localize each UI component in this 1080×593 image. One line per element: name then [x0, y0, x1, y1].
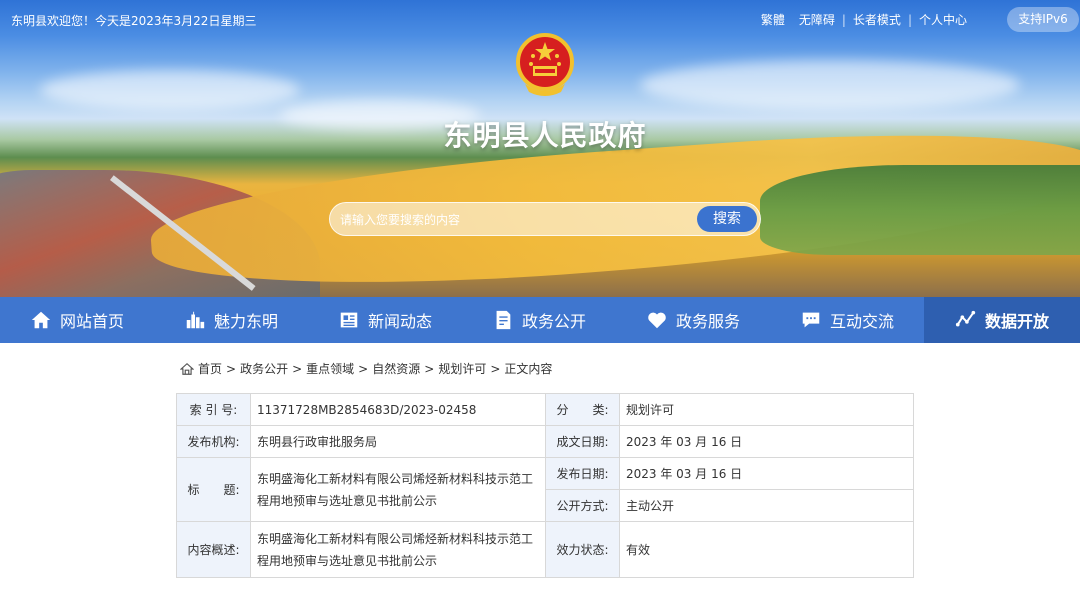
nav-item-gov-service[interactable]: 政务服务 — [616, 297, 770, 343]
category-value: 规划许可 — [619, 393, 914, 426]
nav-item-interaction[interactable]: 互动交流 — [770, 297, 924, 343]
index-label: 索 引 号: — [176, 393, 251, 426]
open-mode-label: 公开方式: — [545, 489, 620, 522]
breadcrumb-separator: > — [292, 361, 303, 376]
index-value: 11371728MB2854683D/2023-02458 — [250, 393, 546, 426]
document-icon — [496, 310, 511, 330]
nav-item-label: 新闻动态 — [367, 312, 432, 331]
header-banner: 东明县欢迎您！今天是2023年3月22日星期三 繁體 无障碍 | 长者模式 | … — [0, 0, 1080, 297]
nav-item-news[interactable]: 新闻动态 — [308, 297, 462, 343]
nav-item-open-data[interactable]: 数据开放 — [924, 297, 1080, 343]
table-row: 内容概述: 东明盛海化工新材料有限公司烯烃新材料科技示范工程用地预审与选址意见书… — [176, 521, 914, 578]
welcome-text: 东明县欢迎您！今天是2023年3月22日星期三 — [11, 14, 257, 28]
national-emblem-icon — [516, 33, 574, 96]
table-row: 标 题: 东明盛海化工新材料有限公司烯烃新材料科技示范工程用地预审与选址意见书批… — [176, 457, 914, 522]
publisher-label: 发布机构: — [176, 425, 251, 458]
city-icon — [186, 311, 205, 329]
breadcrumb-current: 正文内容 — [504, 362, 553, 376]
banner-cloud — [640, 60, 1020, 110]
nav-item-label: 魅力东明 — [213, 312, 278, 331]
search-input[interactable] — [340, 209, 690, 231]
title-label: 标 题: — [176, 457, 251, 522]
traditional-chinese-link[interactable]: 繁體 — [754, 11, 792, 28]
nav-item-label: 互动交流 — [829, 312, 894, 331]
site-title: 东明县人民政府 — [443, 119, 647, 152]
main-nav: 网站首页 魅力东明 新闻动态 政务公开 政务服务 互动交流 数据开放 — [0, 297, 1080, 343]
breadcrumb-separator: > — [358, 361, 369, 376]
breadcrumb-separator: > — [226, 361, 237, 376]
created-date-label: 成文日期: — [545, 425, 620, 458]
published-date-value: 2023 年 03 月 16 日 — [619, 457, 914, 490]
personal-center-link[interactable]: 个人中心 — [912, 11, 974, 28]
top-links: 繁體 无障碍 | 长者模式 | 个人中心 — [754, 11, 974, 28]
breadcrumb-separator: > — [424, 361, 435, 376]
nav-item-charm[interactable]: 魅力东明 — [154, 297, 308, 343]
breadcrumb: 首页 > 政务公开 > 重点领域 > 自然资源 > 规划许可 > 正文内容 — [180, 360, 552, 377]
heart-icon — [648, 312, 666, 329]
ipv6-badge: 支持IPv6 — [1007, 7, 1079, 32]
summary-label: 内容概述: — [176, 521, 251, 578]
search-button[interactable]: 搜索 — [697, 206, 757, 232]
chat-icon — [802, 312, 820, 328]
table-row: 索 引 号: 11371728MB2854683D/2023-02458 分 类… — [176, 393, 914, 426]
open-mode-value: 主动公开 — [619, 489, 914, 522]
status-label: 效力状态: — [545, 521, 620, 578]
breadcrumb-home[interactable]: 首页 — [198, 360, 222, 377]
nav-item-label: 数据开放 — [984, 312, 1049, 331]
banner-fields — [760, 165, 1080, 255]
breadcrumb-key-areas[interactable]: 重点领域 — [306, 360, 354, 377]
breadcrumb-separator: > — [490, 361, 501, 376]
summary-value: 东明盛海化工新材料有限公司烯烃新材料科技示范工程用地预审与选址意见书批前公示 — [250, 521, 546, 578]
breadcrumb-natural-resources[interactable]: 自然资源 — [372, 360, 420, 377]
published-date-label: 发布日期: — [545, 457, 620, 490]
nav-item-label: 政务公开 — [521, 312, 586, 331]
title-value: 东明盛海化工新材料有限公司烯烃新材料科技示范工程用地预审与选址意见书批前公示 — [250, 457, 546, 522]
home-icon — [31, 311, 51, 329]
breadcrumb-planning-permit[interactable]: 规划许可 — [438, 360, 486, 377]
table-row: 发布机构: 东明县行政审批服务局 成文日期: 2023 年 03 月 16 日 — [176, 425, 914, 458]
breadcrumb-gov-open[interactable]: 政务公开 — [240, 360, 288, 377]
publisher-value: 东明县行政审批服务局 — [250, 425, 546, 458]
accessibility-link[interactable]: 无障碍 — [792, 11, 842, 28]
created-date-value: 2023 年 03 月 16 日 — [619, 425, 914, 458]
nav-item-gov-open[interactable]: 政务公开 — [462, 297, 616, 343]
nav-item-home[interactable]: 网站首页 — [0, 297, 154, 343]
category-label: 分 类: — [545, 393, 620, 426]
document-info-table: 索 引 号: 11371728MB2854683D/2023-02458 分 类… — [176, 393, 914, 578]
banner-cloud — [40, 70, 300, 110]
home-icon — [180, 362, 194, 375]
news-icon — [340, 312, 358, 328]
status-value: 有效 — [619, 521, 914, 578]
elder-mode-link[interactable]: 长者模式 — [846, 11, 908, 28]
data-icon — [955, 310, 976, 327]
nav-item-label: 政务服务 — [675, 312, 740, 331]
nav-item-label: 网站首页 — [59, 312, 124, 331]
search-box: 搜索 — [329, 202, 761, 236]
